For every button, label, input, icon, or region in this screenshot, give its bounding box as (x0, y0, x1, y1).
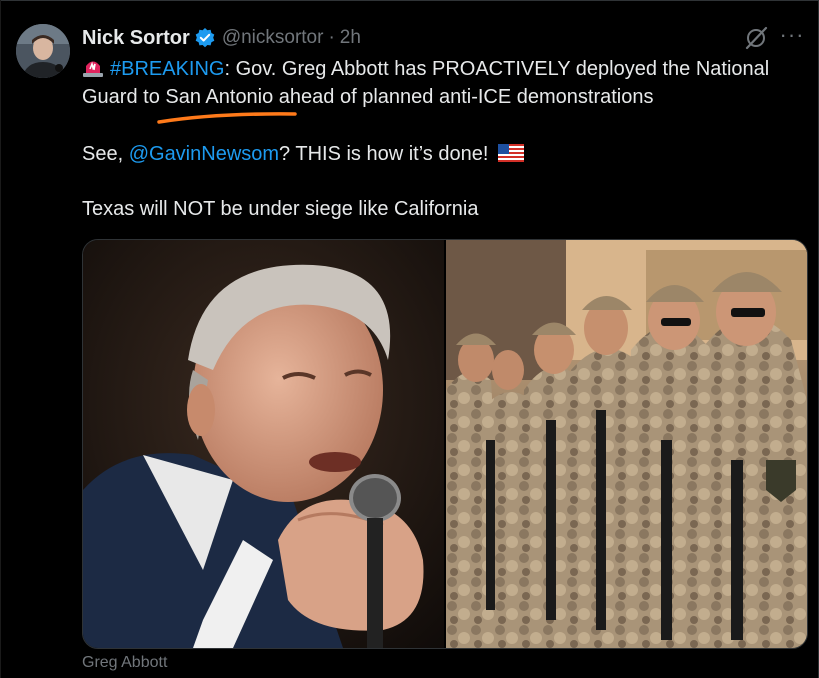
tweet-text-line-4: Texas will NOT be under siege like Calif… (82, 198, 479, 220)
author-handle[interactable]: @nicksortor (222, 27, 324, 49)
top-border (0, 0, 819, 1)
avatar[interactable] (16, 24, 70, 78)
media-caption: Greg Abbott (82, 654, 168, 671)
tweet-header: Nick Sortor @nicksortor · 2h (82, 25, 361, 51)
line3-suffix: ? THIS is how it’s done! (279, 143, 489, 165)
grok-icon[interactable] (743, 25, 769, 51)
line3-prefix: See, (82, 143, 129, 165)
verified-badge-icon (194, 27, 216, 49)
line1-text: : Gov. Greg Abbott has PROACTIVELY deplo… (224, 58, 770, 80)
mention-gavinnewsom[interactable]: @GavinNewsom (129, 143, 279, 165)
left-border (0, 0, 1, 678)
timestamp[interactable]: 2h (340, 27, 361, 49)
tweet-text-line-3: See, @GavinNewsom? THIS is how it’s done… (82, 141, 524, 167)
author-name[interactable]: Nick Sortor (82, 27, 190, 50)
us-flag-emoji-icon (497, 143, 524, 162)
header-separator: · (328, 27, 335, 48)
media-container[interactable] (82, 239, 808, 649)
hashtag-breaking[interactable]: #BREAKING (110, 58, 224, 80)
photo-greg-abbott[interactable] (83, 240, 444, 648)
tweet-text-line-1: #BREAKING: Gov. Greg Abbott has PROACTIV… (82, 56, 769, 82)
orange-underline-annotation (157, 112, 297, 124)
more-icon[interactable]: ··· (778, 24, 806, 49)
tweet-text-line-2: Guard to San Antonio ahead of planned an… (82, 86, 654, 108)
siren-emoji-icon (82, 58, 104, 78)
photo-national-guard[interactable] (446, 240, 807, 648)
